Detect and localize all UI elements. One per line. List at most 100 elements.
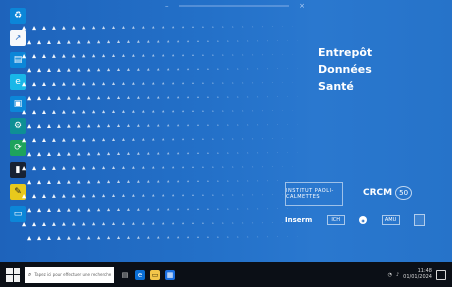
title-grip[interactable]: [178, 5, 289, 7]
pattern-triangle: [102, 138, 106, 142]
pattern-triangle: [187, 68, 190, 71]
pattern-triangle: [77, 180, 81, 184]
window-topbar[interactable]: – ×: [165, 0, 305, 12]
notes-icon[interactable]: ✎: [10, 184, 26, 200]
pattern-triangle: [127, 208, 130, 211]
triangle-pattern: [22, 26, 298, 241]
pattern-triangle: [167, 40, 170, 43]
pattern-triangle: [282, 194, 283, 195]
pattern-triangle: [122, 166, 125, 169]
pattern-triangle: [217, 68, 219, 70]
pattern-triangle: [222, 26, 224, 28]
pattern-triangle: [252, 110, 254, 112]
pattern-triangle: [187, 40, 190, 43]
pattern-triangle: [172, 110, 175, 113]
clock[interactable]: 11:48 01/01/2024: [403, 268, 432, 281]
pattern-triangle: [207, 40, 209, 42]
pattern-triangle: [257, 152, 259, 154]
pattern-triangle: [282, 166, 283, 167]
pattern-triangle: [252, 194, 254, 196]
pattern-triangle: [227, 40, 229, 42]
pattern-triangle: [32, 110, 37, 115]
pattern-triangle: [292, 166, 293, 167]
system-tray: ◔ ♪ 11:48 01/01/2024: [388, 268, 446, 281]
pattern-triangle: [52, 110, 56, 114]
pattern-triangle: [77, 96, 81, 100]
edge-icon[interactable]: e: [135, 269, 145, 280]
volume-icon[interactable]: ♪: [396, 272, 399, 278]
pattern-triangle: [227, 68, 229, 70]
logo-row: Inserm ICH ◉ AMU: [285, 213, 425, 227]
pattern-triangle: [212, 222, 214, 224]
pattern-triangle: [202, 26, 204, 28]
app-icon[interactable]: ▣: [10, 96, 26, 112]
refresh-icon[interactable]: ⟳: [10, 140, 26, 156]
pattern-triangle: [282, 222, 283, 223]
pattern-triangle: [137, 236, 140, 239]
pattern-triangle: [262, 222, 264, 224]
pattern-triangle: [92, 166, 96, 170]
folder-icon[interactable]: ▭: [150, 269, 160, 280]
pattern-triangle: [272, 26, 273, 27]
pattern-triangle: [232, 54, 234, 56]
pattern-triangle: [197, 40, 200, 43]
pattern-triangle: [202, 82, 204, 84]
shortcut-icon[interactable]: ↗: [10, 30, 26, 46]
document-icon[interactable]: ▤: [10, 52, 26, 68]
pattern-triangle: [182, 82, 185, 85]
pattern-triangle: [112, 54, 116, 58]
pattern-triangle: [222, 54, 224, 56]
start-button[interactable]: [6, 267, 20, 282]
store-icon[interactable]: ▦: [165, 269, 175, 280]
recycle-bin-icon[interactable]: ♻: [10, 8, 26, 24]
pattern-triangle: [172, 166, 175, 169]
pattern-triangle: [122, 26, 125, 29]
browser-icon[interactable]: e: [10, 74, 26, 90]
pattern-triangle: [47, 124, 51, 128]
pattern-triangle: [32, 82, 37, 87]
pattern-triangle: [127, 96, 130, 99]
network-icon[interactable]: ◔: [388, 272, 392, 278]
task-view-icon[interactable]: ▤: [120, 270, 130, 280]
pattern-triangle: [207, 208, 209, 210]
pattern-triangle: [52, 166, 56, 170]
pattern-triangle: [257, 40, 259, 42]
pattern-triangle: [147, 40, 150, 43]
pattern-triangle: [247, 152, 249, 154]
pattern-triangle: [132, 222, 135, 225]
pattern-triangle: [37, 180, 42, 185]
pattern-triangle: [217, 96, 219, 98]
logo-chip: AMU: [381, 215, 400, 225]
pattern-triangle: [112, 222, 116, 226]
pattern-triangle: [247, 236, 249, 238]
pattern-triangle: [162, 166, 165, 169]
title-line: Données: [318, 63, 372, 77]
pattern-triangle: [77, 40, 81, 44]
pattern-triangle: [192, 194, 195, 197]
pattern-triangle: [197, 124, 200, 127]
pattern-triangle: [32, 222, 37, 227]
pattern-triangle: [42, 138, 46, 142]
pattern-triangle: [177, 68, 180, 71]
pattern-triangle: [297, 236, 298, 237]
search-input[interactable]: ⌕ Tapez ici pour effectuer une recherche: [25, 266, 114, 283]
close-icon[interactable]: ×: [299, 2, 305, 10]
pattern-triangle: [242, 110, 244, 112]
pattern-triangle: [242, 54, 244, 56]
pattern-triangle: [192, 138, 195, 141]
tool-icon[interactable]: ⚙: [10, 118, 26, 134]
pattern-triangle: [187, 124, 190, 127]
minimize-icon[interactable]: –: [165, 2, 169, 10]
pattern-triangle: [262, 194, 264, 196]
folder-icon[interactable]: ▭: [10, 206, 26, 222]
terminal-icon[interactable]: ▮: [10, 162, 26, 178]
pattern-triangle: [212, 110, 214, 112]
notification-icon[interactable]: [436, 269, 446, 280]
pattern-triangle: [242, 138, 244, 140]
pattern-triangle: [72, 54, 76, 58]
pattern-triangle: [77, 152, 81, 156]
pattern-triangle: [142, 138, 145, 141]
pattern-triangle: [117, 152, 121, 156]
pattern-triangle: [62, 26, 66, 30]
pattern-triangle: [112, 194, 116, 198]
